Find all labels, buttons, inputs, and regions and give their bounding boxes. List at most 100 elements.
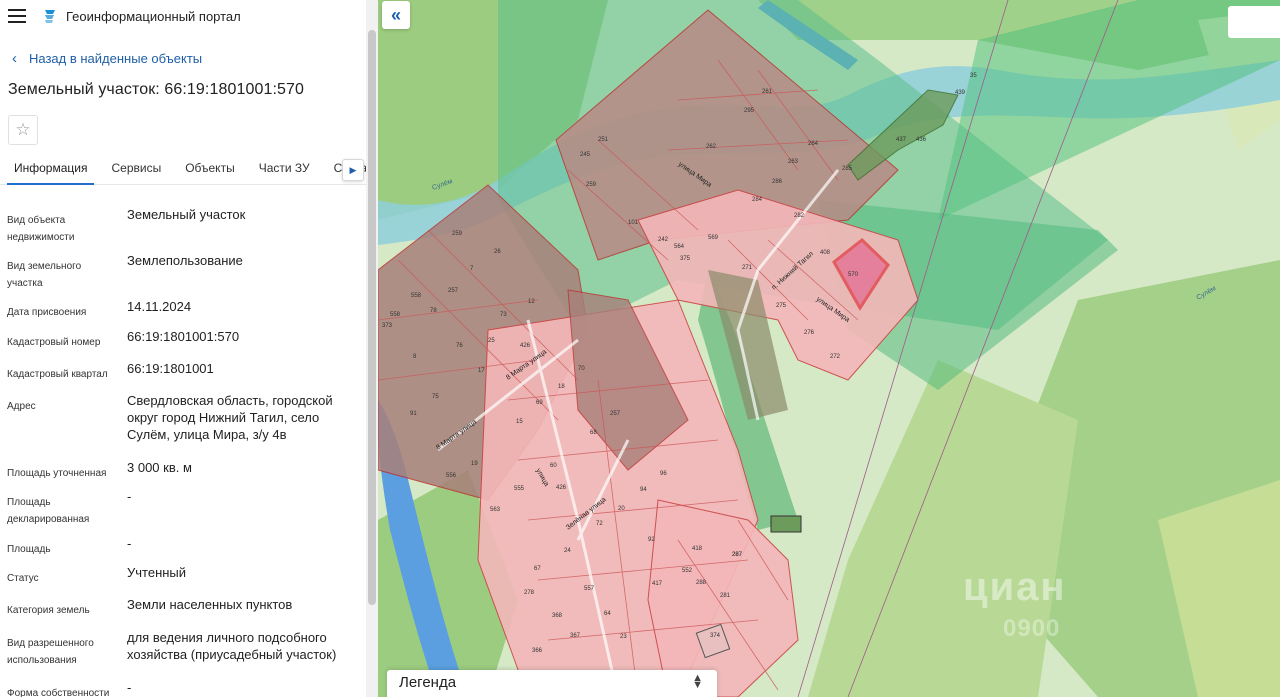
parcel-label: 556 xyxy=(446,473,457,479)
parcel-label: 69 xyxy=(536,400,543,406)
parcel-label: 564 xyxy=(674,244,685,250)
property-label: Форма собственности xyxy=(7,688,110,697)
parcel-label: 264 xyxy=(808,141,819,147)
property-value: для ведения личного подсобного хозяйства… xyxy=(127,630,337,662)
property-value: 66:19:1801001 xyxy=(127,361,214,376)
parcel-label: 67 xyxy=(534,566,541,572)
caret-right-icon: ▶ xyxy=(349,164,357,175)
parcel-label: 408 xyxy=(820,250,831,256)
sort-arrows-icon: ▲ ▼ xyxy=(692,672,703,691)
parcel-label: 12 xyxy=(528,299,535,305)
favorite-button[interactable]: ☆ xyxy=(8,115,38,145)
parcel-label: 282 xyxy=(794,213,805,219)
back-link-label: Назад в найденные объекты xyxy=(29,51,203,66)
watermark-logo: циан xyxy=(963,565,1067,609)
parcel-label: 18 xyxy=(558,384,565,390)
parcel-label: 251 xyxy=(598,137,609,143)
parcel-label: 558 xyxy=(390,312,401,318)
parcel-label: 373 xyxy=(382,323,393,329)
map-tool-button[interactable] xyxy=(1228,6,1280,38)
property-value: - xyxy=(127,536,132,551)
parcel-label: 436 xyxy=(916,137,927,143)
parcel-label: 94 xyxy=(640,487,647,493)
star-icon: ☆ xyxy=(15,120,31,139)
parcel-label: 60 xyxy=(550,463,557,469)
double-chevron-left-icon: « xyxy=(390,4,401,25)
parcel-label: 284 xyxy=(752,197,763,203)
parcel-label: 245 xyxy=(580,152,591,158)
property-label: Статус xyxy=(7,573,39,584)
parcel-small[interactable] xyxy=(770,515,802,533)
tab-bar: Информация Сервисы Объекты Части ЗУ Сост… xyxy=(0,157,366,185)
property-label: Кадастровый квартал xyxy=(7,369,108,380)
parcel-label: 426 xyxy=(556,485,567,491)
hamburger-icon[interactable] xyxy=(8,9,26,23)
property-label: Площадь xyxy=(7,544,51,555)
parcel-label: 261 xyxy=(762,89,773,95)
property-label: Вид земельного участка xyxy=(7,261,82,289)
property-label: Площадь декларированная xyxy=(7,497,90,525)
property-value: - xyxy=(127,489,132,504)
tab-parcel-parts[interactable]: Части ЗУ xyxy=(252,157,317,185)
parcel-label: 257 xyxy=(610,411,621,417)
parcel-label: 20 xyxy=(618,506,625,512)
parcel-label: 286 xyxy=(772,179,783,185)
parcel-label: 278 xyxy=(524,590,535,596)
parcel-label: 570 xyxy=(848,272,859,278)
parcel-label: 35 xyxy=(970,73,977,79)
property-value: Земли населенных пунктов xyxy=(127,597,293,612)
back-to-results-link[interactable]: ‹ Назад в найденные объекты xyxy=(12,50,366,67)
property-label: Площадь уточненная xyxy=(7,468,107,479)
parcel-label: 23 xyxy=(620,634,627,640)
property-value: Учтенный xyxy=(127,565,187,580)
map-view[interactable]: 261 295 262 263 264 285 286 284 282 251 … xyxy=(378,0,1280,697)
property-value: 3 000 кв. м xyxy=(127,460,192,475)
legend-label: Легенда xyxy=(399,673,457,691)
property-label: Вид объекта недвижимости xyxy=(7,215,75,243)
parcel-label: 96 xyxy=(660,471,667,477)
parcel-label: 374 xyxy=(710,633,721,639)
parcel-label: 15 xyxy=(516,419,523,425)
parcel-label: 64 xyxy=(604,611,611,617)
tab-objects[interactable]: Объекты xyxy=(178,157,242,185)
property-value: Землепользование xyxy=(127,253,243,268)
top-bar: Геоинформационный портал xyxy=(0,0,366,32)
parcel-label: 417 xyxy=(652,581,663,587)
parcel-label: 272 xyxy=(830,354,841,360)
parcel-label: 262 xyxy=(706,144,717,150)
legend-dropdown[interactable]: Легенда ▲ ▼ xyxy=(387,670,717,697)
parcel-label: 552 xyxy=(682,568,693,574)
parcel-label: 78 xyxy=(430,308,437,314)
parcel-label: 73 xyxy=(500,312,507,318)
parcel-label: 26 xyxy=(494,249,501,255)
parcel-label: 242 xyxy=(658,237,669,243)
parcel-label: 437 xyxy=(896,137,907,143)
parcel-label: 287 xyxy=(732,552,743,558)
parcel-label: 17 xyxy=(478,368,485,374)
scrollbar-thumb[interactable] xyxy=(368,30,376,605)
collapse-panel-button[interactable]: « xyxy=(382,1,410,29)
tabs-scroll-right-button[interactable]: ▶ xyxy=(342,159,364,181)
chevron-left-icon: ‹ xyxy=(12,50,17,67)
parcel-label: 439 xyxy=(955,90,966,96)
parcel-label: 25 xyxy=(488,338,495,344)
parcel-label: 72 xyxy=(596,521,603,527)
panel-scrollbar[interactable] xyxy=(366,0,378,697)
tab-services[interactable]: Сервисы xyxy=(104,157,168,185)
portal-title: Геоинформационный портал xyxy=(66,8,241,24)
parcel-label: 557 xyxy=(584,586,595,592)
property-value: - xyxy=(127,680,132,695)
parcel-label: 259 xyxy=(586,182,597,188)
parcel-label: 569 xyxy=(708,235,719,241)
parcel-label: 375 xyxy=(680,256,691,262)
tab-information[interactable]: Информация xyxy=(7,157,95,185)
property-label: Вид разрешенного использования xyxy=(7,638,94,666)
property-label: Адрес xyxy=(7,401,36,412)
parcel-label: 295 xyxy=(744,108,755,114)
property-value: 66:19:1801001:570 xyxy=(127,329,240,344)
property-value: 14.11.2024 xyxy=(127,299,192,314)
parcel-label: 555 xyxy=(514,486,525,492)
property-label: Кадастровый номер xyxy=(7,337,101,348)
property-label: Дата присвоения xyxy=(7,307,87,318)
map-canvas[interactable]: 261 295 262 263 264 285 286 284 282 251 … xyxy=(378,0,1280,697)
